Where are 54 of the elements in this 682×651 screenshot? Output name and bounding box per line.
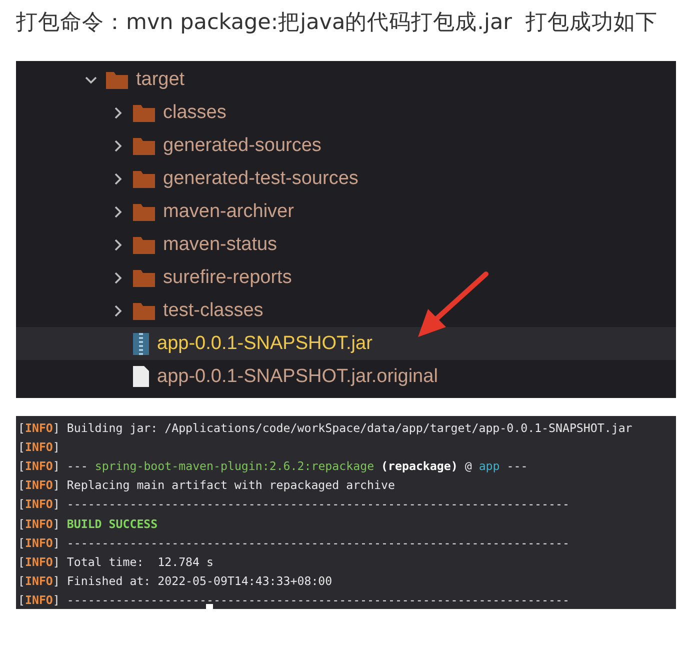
log-text: BUILD SUCCESS (66, 516, 158, 531)
folder-icon (133, 302, 155, 320)
log-level: [INFO] (18, 574, 60, 588)
chevron-right-icon[interactable] (112, 106, 124, 118)
folder-icon (133, 236, 155, 254)
log-level: [INFO] (18, 420, 60, 435)
log-text: Replacing main artifact with repackaged archive (66, 478, 395, 492)
tree-item[interactable]: generated-test-sources (163, 168, 358, 190)
log-text: ------------------------------------------------------------------------ (66, 497, 570, 512)
tree-item[interactable]: app-0.0.1-SNAPSHOT.jar.original (157, 366, 438, 388)
log-text: --- (66, 458, 88, 473)
folder-icon (133, 170, 155, 188)
log-text: ------------------------------------------------------------------------ (66, 536, 570, 550)
log-text: @ (464, 458, 472, 473)
log-level: [INFO] (18, 516, 60, 531)
log-level: [INFO] (18, 536, 60, 550)
intro-text: 打包命令：mvn package:把java的代码打包成.jar 打包成功如下 (16, 9, 659, 37)
log-level: [INFO] (18, 554, 60, 569)
log-text: Building jar: /Applications/code/workSpace/data/app/target/app-0.0.1-SNAPSHOT.jar (66, 420, 632, 435)
chevron-right-icon[interactable] (112, 206, 124, 218)
tree-item[interactable]: maven-status (163, 234, 278, 256)
chevron-right-icon[interactable] (112, 172, 124, 184)
tree-item[interactable]: test-classes (163, 300, 264, 322)
folder-icon (106, 70, 128, 88)
log-text: spring-boot-maven-plugin:2.6.2:repackage (94, 458, 374, 473)
selected-tree-row[interactable]: app-0.0.1-SNAPSHOT.jar (16, 327, 676, 360)
log-text: Finished at: 2022-05-09T14:43:33+08:00 (66, 574, 332, 588)
log-level: [INFO] (18, 478, 60, 492)
log-text: Total time: 12.784 s (66, 554, 214, 569)
tree-item[interactable]: target (136, 68, 185, 90)
log-level: [INFO] (18, 458, 60, 473)
folder-icon (133, 104, 155, 122)
tree-item[interactable]: surefire-reports (163, 266, 292, 288)
folder-icon (133, 202, 155, 220)
chevron-right-icon[interactable] (112, 272, 124, 284)
folder-icon (133, 268, 155, 286)
log-text: ------------------------------------------------------------------------ (66, 593, 570, 608)
log-text: app (478, 458, 500, 473)
tree-item[interactable]: maven-archiver (163, 200, 294, 222)
log-text: --- (506, 458, 528, 473)
tree-item[interactable]: app-0.0.1-SNAPSHOT.jar (157, 332, 372, 354)
archive-icon (133, 332, 149, 354)
file-icon (133, 366, 149, 387)
log-text: (repackage) (381, 458, 458, 473)
text-cursor (206, 604, 213, 611)
chevron-right-icon[interactable] (112, 238, 124, 250)
folder-icon (133, 136, 155, 154)
log-level: [INFO] (18, 593, 60, 608)
tree-item[interactable]: classes (163, 102, 226, 124)
log-level: [INFO] (18, 497, 60, 512)
chevron-right-icon[interactable] (112, 140, 124, 152)
log-level: [INFO] (18, 440, 60, 454)
chevron-right-icon[interactable] (112, 304, 124, 316)
tree-item[interactable]: generated-sources (163, 134, 322, 156)
